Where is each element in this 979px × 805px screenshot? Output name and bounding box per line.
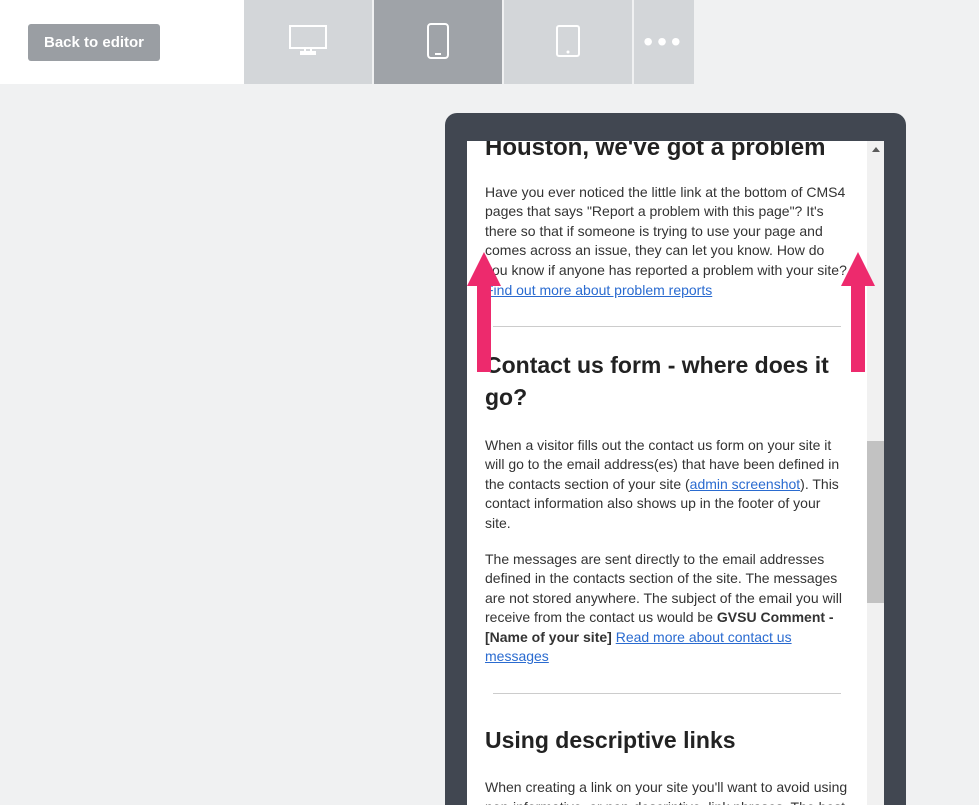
more-options-button[interactable]: ••• <box>634 0 694 84</box>
mobile-preview-frame: Houston, we've got a problem Have you ev… <box>445 113 906 805</box>
paragraph: When creating a link on your site you'll… <box>485 778 849 805</box>
problem-reports-link[interactable]: Find out more about problem reports <box>485 282 712 298</box>
toolbar: Back to editor ••• <box>0 0 979 84</box>
preview-content: Houston, we've got a problem Have you ev… <box>467 141 884 805</box>
section-heading: Contact us form - where does it go? <box>485 349 849 413</box>
scroll-up-button[interactable] <box>867 141 884 158</box>
section-heading: Houston, we've got a problem <box>485 141 849 165</box>
scrollbar-thumb[interactable] <box>867 441 884 603</box>
text: Have you ever noticed the little link at… <box>485 184 847 278</box>
toolbar-left: Back to editor <box>0 0 244 84</box>
admin-screenshot-link[interactable]: admin screenshot <box>690 476 801 492</box>
phone-icon <box>426 22 450 63</box>
more-icon: ••• <box>643 28 684 56</box>
divider <box>493 693 841 694</box>
divider <box>493 326 841 327</box>
device-desktop-button[interactable] <box>244 0 372 84</box>
back-to-editor-button[interactable]: Back to editor <box>28 24 160 61</box>
paragraph: Have you ever noticed the little link at… <box>485 183 849 301</box>
desktop-icon <box>288 24 328 61</box>
paragraph: The messages are sent directly to the em… <box>485 550 849 668</box>
scrollbar-track[interactable] <box>867 141 884 805</box>
paragraph: When a visitor fills out the contact us … <box>485 436 849 534</box>
device-tablet-button[interactable] <box>504 0 632 84</box>
tablet-icon <box>555 24 581 61</box>
section-heading: Using descriptive links <box>485 724 849 756</box>
device-phone-button[interactable] <box>374 0 502 84</box>
